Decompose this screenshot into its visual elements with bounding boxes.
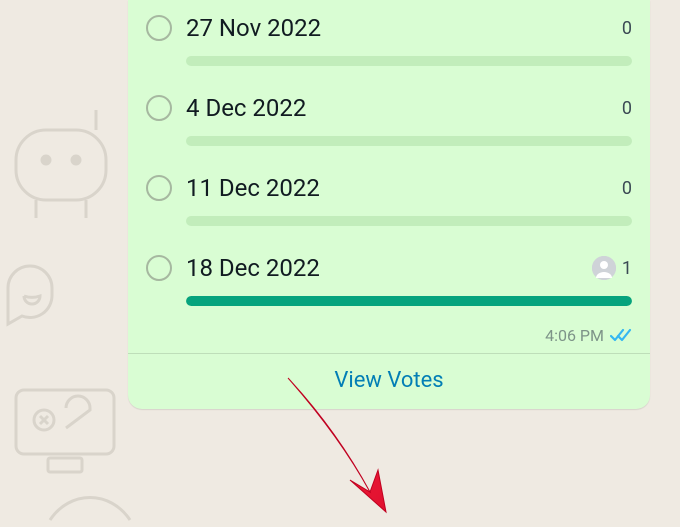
poll-option[interactable]: 27 Nov 2022 0 (146, 0, 632, 80)
radio-unchecked-icon[interactable] (146, 95, 172, 121)
doodle-icon (0, 260, 66, 340)
vote-count: 0 (622, 18, 632, 39)
radio-unchecked-icon[interactable] (146, 255, 172, 281)
poll-option-label: 11 Dec 2022 (186, 174, 608, 202)
doodle-icon (0, 360, 130, 480)
voter-avatar-icon (592, 256, 616, 280)
message-meta: 4:06 PM (128, 320, 650, 353)
message-timestamp: 4:06 PM (545, 326, 604, 345)
vote-count-wrap: 0 (622, 18, 632, 39)
radio-unchecked-icon[interactable] (146, 175, 172, 201)
vote-bar-track (186, 216, 632, 226)
read-receipt-icon (610, 328, 634, 344)
poll-option-label: 18 Dec 2022 (186, 254, 578, 282)
vote-count-wrap: 0 (622, 98, 632, 119)
vote-count: 0 (622, 178, 632, 199)
vote-count: 0 (622, 98, 632, 119)
poll-option[interactable]: 18 Dec 2022 1 (146, 240, 632, 320)
vote-count-wrap: 1 (592, 256, 632, 280)
vote-bar-track (186, 136, 632, 146)
vote-count-wrap: 0 (622, 178, 632, 199)
doodle-icon (40, 480, 140, 527)
poll-options-list: 27 Nov 2022 0 4 Dec 2022 0 (128, 0, 650, 320)
vote-bar-fill (186, 296, 632, 306)
doodle-icon (6, 100, 126, 230)
vote-count: 1 (622, 258, 632, 279)
poll-option-label: 27 Nov 2022 (186, 14, 608, 42)
poll-option-label: 4 Dec 2022 (186, 94, 608, 122)
poll-option[interactable]: 4 Dec 2022 0 (146, 80, 632, 160)
vote-bar-track (186, 56, 632, 66)
view-votes-button[interactable]: View Votes (128, 354, 650, 409)
poll-message-bubble: 27 Nov 2022 0 4 Dec 2022 0 (128, 0, 650, 409)
radio-unchecked-icon[interactable] (146, 15, 172, 41)
poll-option[interactable]: 11 Dec 2022 0 (146, 160, 632, 240)
vote-bar-track (186, 296, 632, 306)
